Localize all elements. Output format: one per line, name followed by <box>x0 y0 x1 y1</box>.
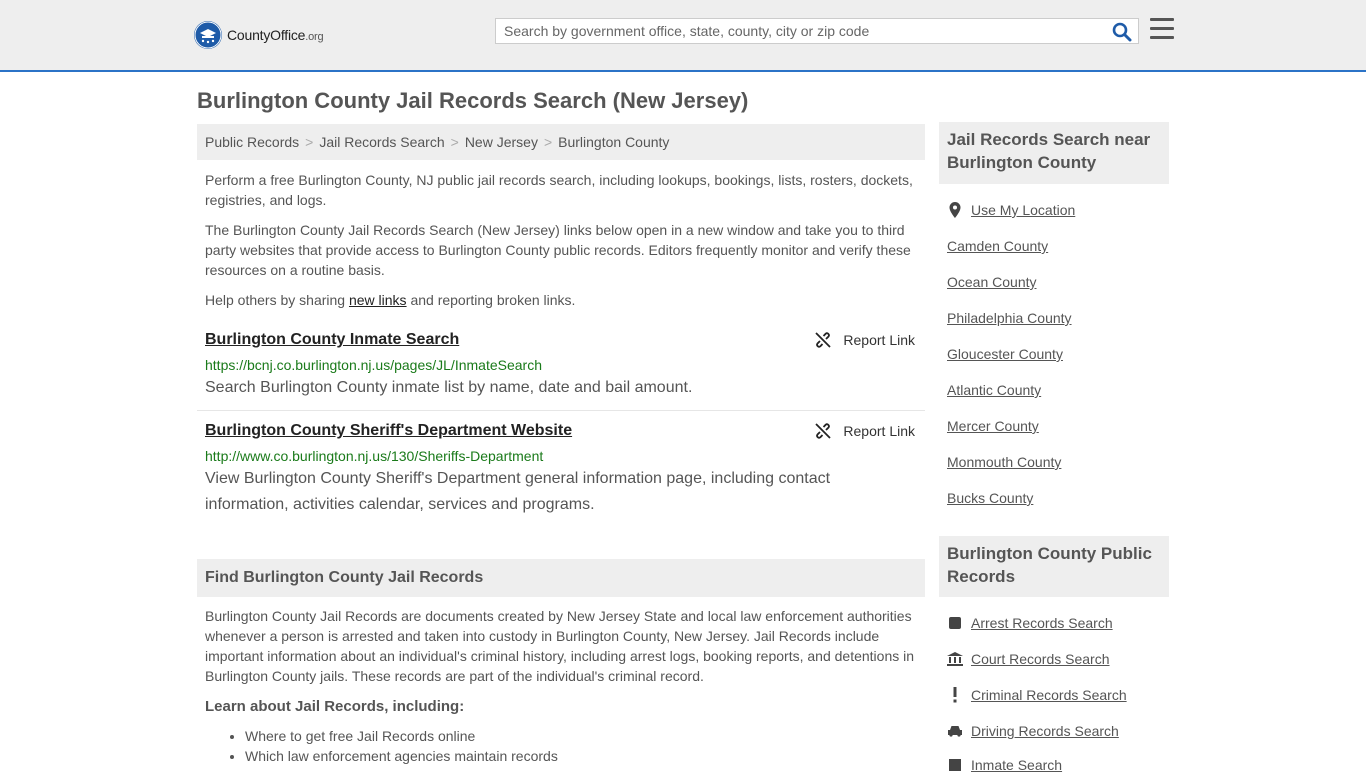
sidebar-item-label: Driving Records Search <box>971 723 1119 739</box>
sidebar-item-court-records[interactable]: Court Records Search <box>947 651 1110 667</box>
intro-paragraph: Perform a free Burlington County, NJ pub… <box>205 172 913 208</box>
car-icon <box>947 723 963 739</box>
logo-suffix: .org <box>305 31 324 43</box>
inmate-icon <box>947 757 963 773</box>
sidebar-item-monmouth-county[interactable]: Monmouth County <box>947 454 1061 470</box>
site-logo[interactable]: CountyOffice.org <box>194 20 324 50</box>
list-item: Which law enforcement agencies maintain … <box>245 746 558 766</box>
breadcrumb: Public Records > Jail Records Search > New J… <box>197 124 925 160</box>
broken-link-icon <box>815 332 832 348</box>
sidebar-item-label: Arrest Records Search <box>971 615 1113 631</box>
new-links-link[interactable]: new links <box>349 292 407 308</box>
sidebar-item-label: Criminal Records Search <box>971 687 1127 703</box>
sidebar-item-inmate-search[interactable]: Inmate Search <box>947 757 1062 773</box>
disclaimer-paragraph: The Burlington County Jail Records Searc… <box>205 222 911 278</box>
learn-list: Where to get free Jail Records online Wh… <box>205 726 558 766</box>
breadcrumb-separator: > <box>543 134 553 150</box>
result-description: Search Burlington County inmate list by … <box>205 379 693 396</box>
search-input[interactable] <box>496 19 1104 43</box>
sidebar-nearby-heading: Jail Records Search near Burlington Coun… <box>939 122 1169 184</box>
sidebar-item-label: Inmate Search <box>971 757 1063 773</box>
hamburger-icon <box>1150 18 1174 39</box>
breadcrumb-jail-records-search[interactable]: Jail Records Search <box>319 134 444 150</box>
use-my-location-link[interactable]: Use My Location <box>947 202 1075 218</box>
result-divider <box>197 410 925 411</box>
report-link-button[interactable]: Report Link <box>815 332 915 348</box>
seal-icon <box>194 21 222 49</box>
result-title-link[interactable]: Burlington County Sheriff's Department W… <box>205 422 572 440</box>
result-item: Burlington County Sheriff's Department W… <box>197 422 925 522</box>
sidebar-item-ocean-county[interactable]: Ocean County <box>947 274 1037 290</box>
broken-link-icon <box>815 423 832 439</box>
share-text-after: and reporting broken links. <box>406 292 576 308</box>
result-description: View Burlington County Sheriff's Departm… <box>205 470 831 513</box>
menu-button[interactable] <box>1150 18 1174 42</box>
result-url: http://www.co.burlington.nj.us/130/Sheri… <box>205 448 544 464</box>
courthouse-icon <box>947 651 963 667</box>
report-link-label: Report Link <box>843 332 915 348</box>
page-title: Burlington County Jail Records Search (N… <box>197 88 749 113</box>
result-item: Burlington County Inmate Search Report L… <box>197 331 925 401</box>
sidebar-item-atlantic-county[interactable]: Atlantic County <box>947 382 1041 398</box>
location-pin-icon <box>947 202 963 218</box>
sidebar-item-bucks-county[interactable]: Bucks County <box>947 490 1033 506</box>
square-icon <box>947 615 963 631</box>
report-link-button[interactable]: Report Link <box>815 423 915 439</box>
sidebar-item-gloucester-county[interactable]: Gloucester County <box>947 346 1063 362</box>
sidebar-item-criminal-records[interactable]: Criminal Records Search <box>947 687 1127 703</box>
breadcrumb-separator: > <box>305 134 314 150</box>
breadcrumb-separator: > <box>450 134 459 150</box>
result-url: https://bcnj.co.burlington.nj.us/pages/J… <box>205 357 542 373</box>
find-section-heading: Find Burlington County Jail Records <box>197 559 925 597</box>
sidebar-item-arrest-records[interactable]: Arrest Records Search <box>947 615 1113 631</box>
logo-text: CountyOffice.org <box>227 27 324 43</box>
sidebar-item-mercer-county[interactable]: Mercer County <box>947 418 1039 434</box>
logo-name: CountyOffice <box>227 27 306 43</box>
sidebar-item-driving-records[interactable]: Driving Records Search <box>947 723 1119 739</box>
breadcrumb-public-records[interactable]: Public Records <box>205 134 299 150</box>
search-icon <box>1112 22 1132 42</box>
sidebar-item-philadelphia-county[interactable]: Philadelphia County <box>947 310 1072 326</box>
use-my-location-label: Use My Location <box>971 202 1076 218</box>
share-text-before: Help others by sharing <box>205 292 349 308</box>
result-title-link[interactable]: Burlington County Inmate Search <box>205 331 459 349</box>
exclamation-icon <box>947 687 963 703</box>
breadcrumb-burlington-county[interactable]: Burlington County <box>558 134 669 150</box>
sidebar-item-camden-county[interactable]: Camden County <box>947 238 1048 254</box>
list-item: Where to get free Jail Records online <box>245 726 558 746</box>
learn-heading: Learn about Jail Records, including: <box>205 698 465 715</box>
share-paragraph: Help others by sharing new links and rep… <box>205 290 917 310</box>
breadcrumb-new-jersey[interactable]: New Jersey <box>465 134 538 150</box>
sidebar-item-label: Court Records Search <box>971 651 1110 667</box>
find-section-body: Burlington County Jail Records are docum… <box>205 608 915 684</box>
search-box <box>495 18 1139 44</box>
sidebar-public-records-heading: Burlington County Public Records <box>939 536 1169 597</box>
search-button[interactable] <box>1112 22 1132 42</box>
report-link-label: Report Link <box>843 423 915 439</box>
site-header: CountyOffice.org <box>0 0 1366 72</box>
